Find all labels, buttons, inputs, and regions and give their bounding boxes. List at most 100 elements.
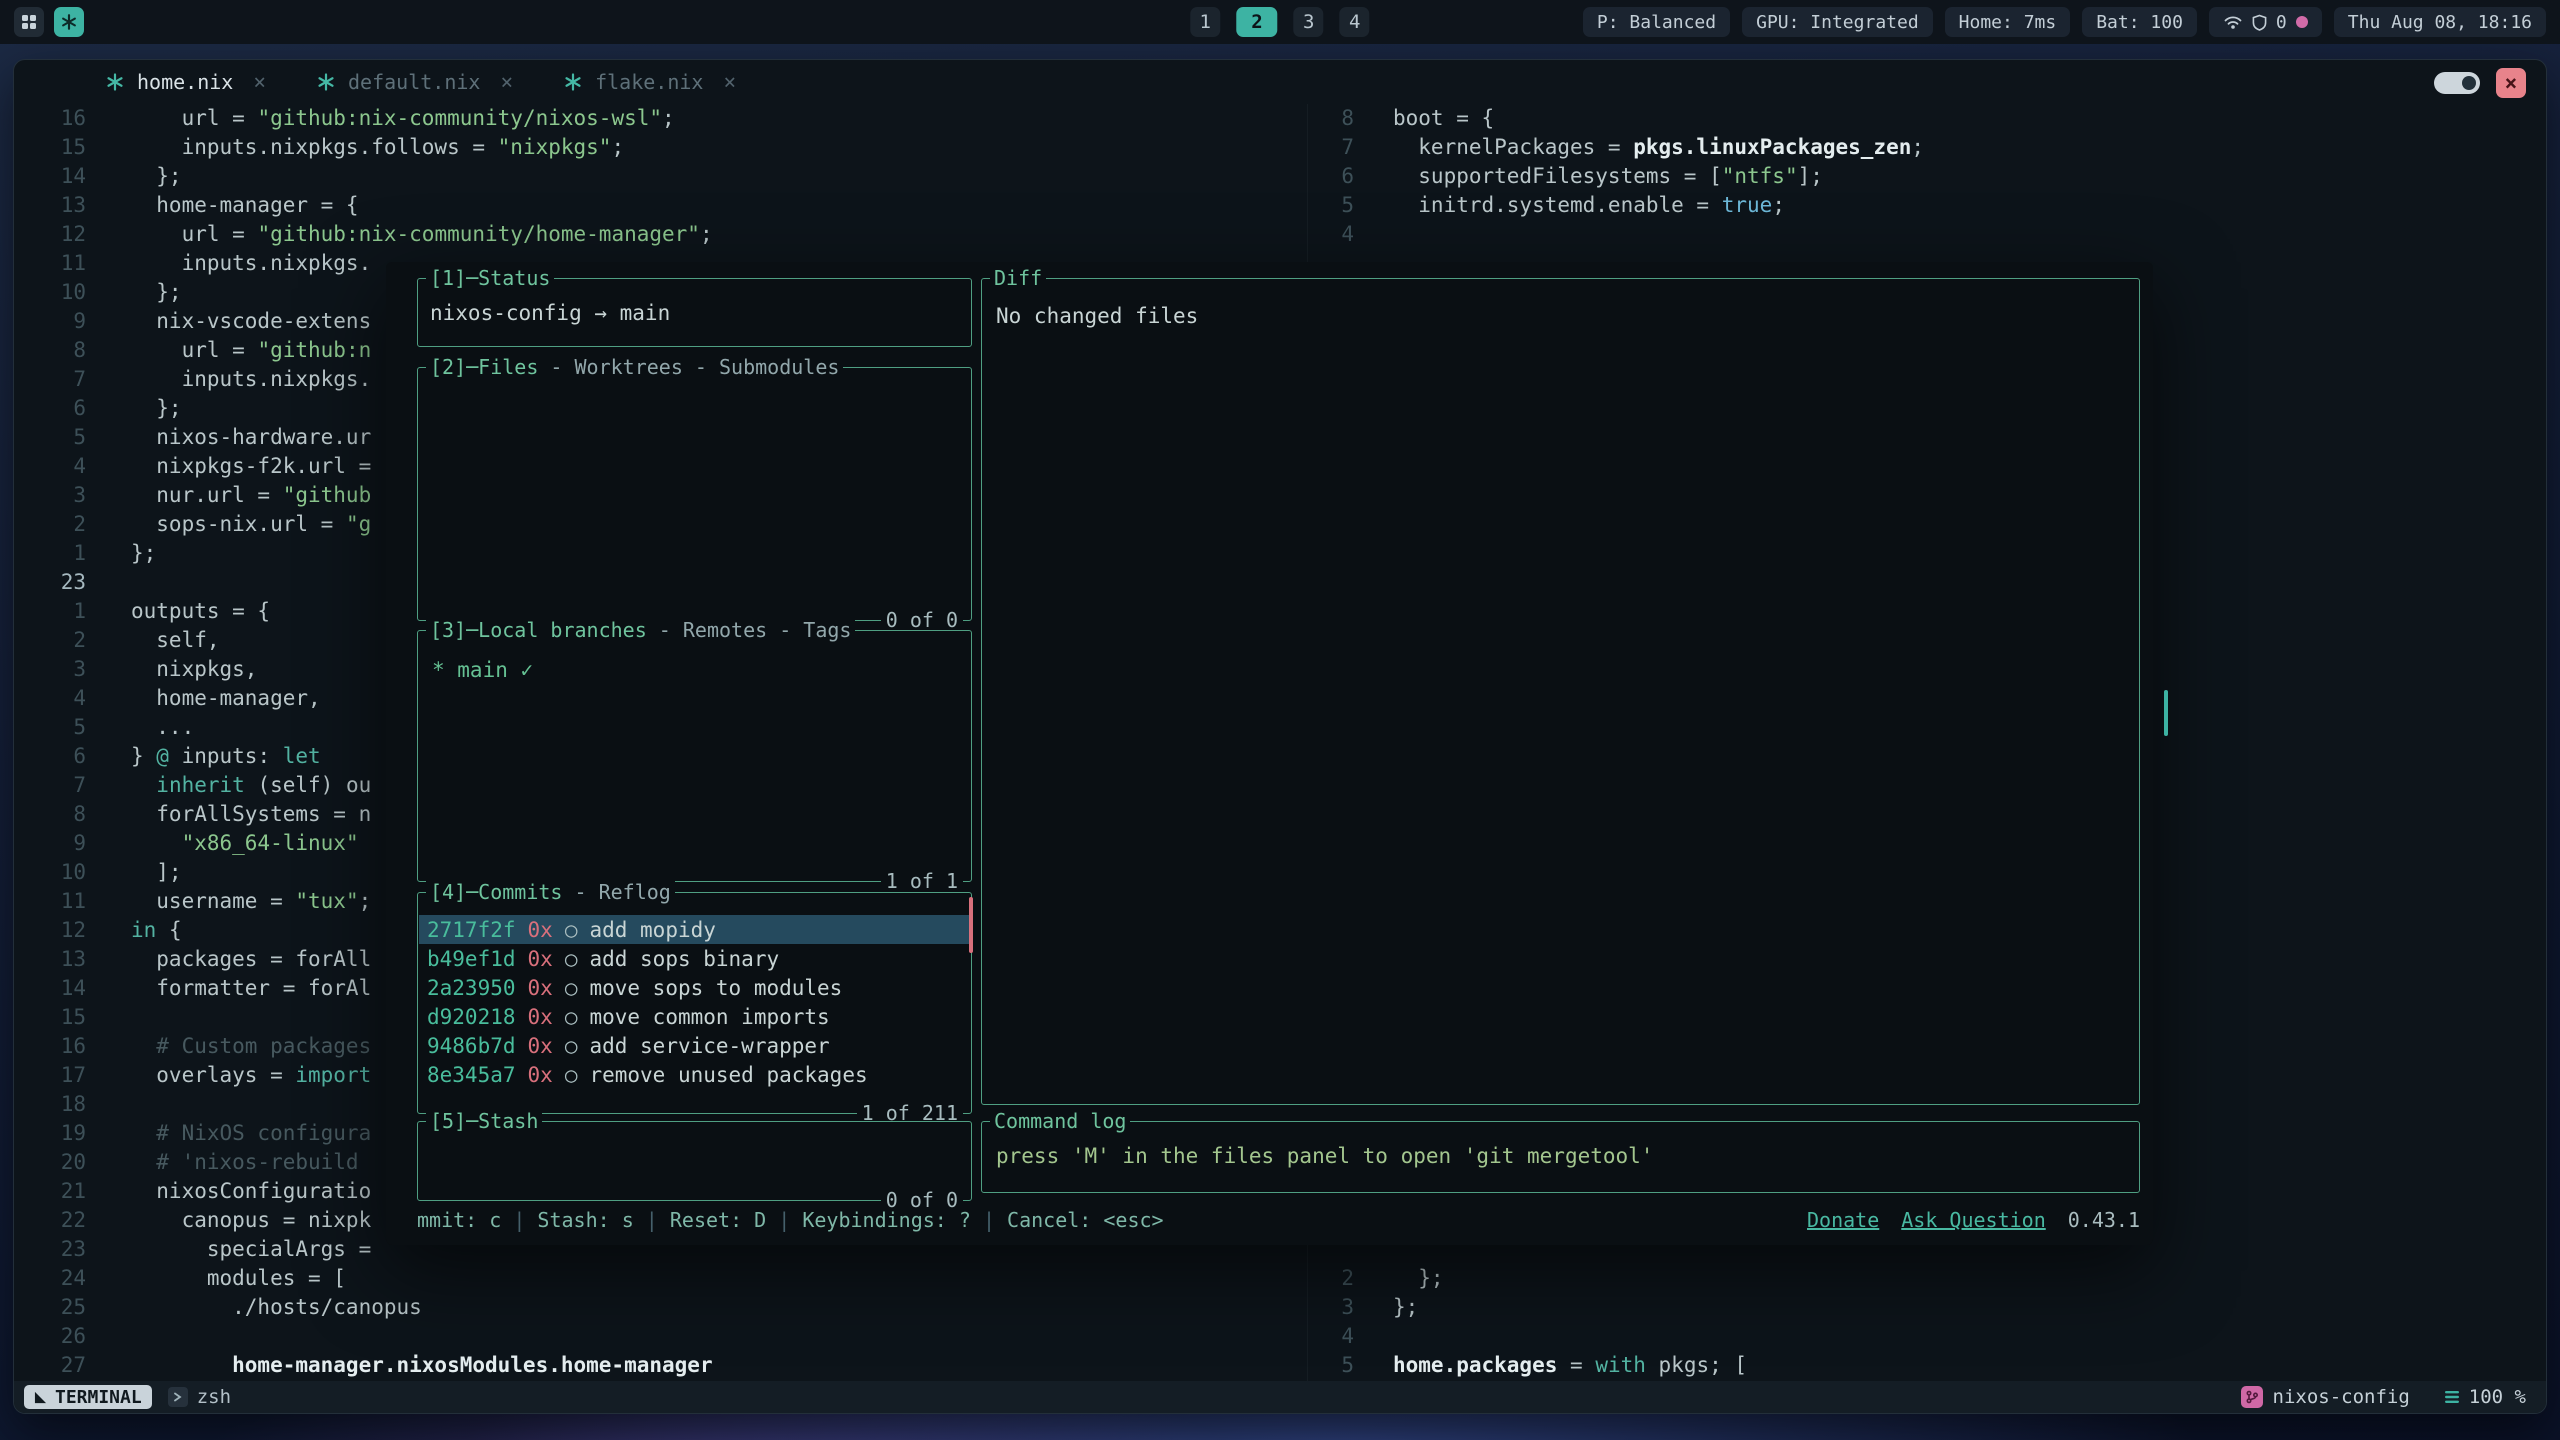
code-text: };	[86, 162, 182, 191]
tab-flake-nix[interactable]: flake.nix×	[538, 60, 761, 104]
line-number: 6	[14, 742, 86, 771]
panel-title: [5]─Stash	[426, 1108, 542, 1134]
lazygit-command-log-panel[interactable]: Command log press 'M' in the files panel…	[981, 1121, 2140, 1193]
scroll-percent: 100 %	[2469, 1386, 2526, 1408]
commit-hash: 2a23950	[427, 976, 516, 1000]
code-line: 8boot = {	[1308, 104, 2546, 133]
lazygit-popup[interactable]: [1]─Status nixos-config → main [2]─Files…	[386, 262, 2153, 1245]
line-number: 15	[14, 133, 86, 162]
lazygit-version: 0.43.1	[2068, 1208, 2140, 1232]
commit-mark: 0x	[528, 1063, 553, 1087]
commit-row[interactable]: b49ef1d0x○add sops binary	[419, 944, 970, 973]
tab-label: default.nix	[348, 70, 480, 94]
editor-statusbar: TERMINAL zsh nixos-config	[14, 1381, 2546, 1413]
code-line: 5 initrd.systemd.enable = true;	[1308, 191, 2546, 220]
code-line: 26	[14, 1322, 1307, 1351]
tab-home-nix[interactable]: home.nix ×	[80, 60, 291, 104]
clock[interactable]: Thu Aug 08, 18:16	[2334, 7, 2546, 37]
commits-scrollbar-thumb[interactable]	[969, 897, 973, 953]
keybinding-hints: mmit: c | Stash: s | Reset: D | Keybindi…	[417, 1208, 1164, 1232]
line-number: 8	[1308, 104, 1354, 133]
lazygit-diff-panel[interactable]: Diff No changed files	[981, 278, 2140, 1105]
commit-row[interactable]: 8e345a70x○remove unused packages	[419, 1060, 970, 1089]
workspace-button-1[interactable]: 1	[1190, 7, 1220, 37]
repo-label: nixos-config	[2273, 1386, 2410, 1408]
line-number: 21	[14, 1177, 86, 1206]
code-text: ./hosts/canopus	[86, 1293, 422, 1322]
terminal-window: home.nix×default.nix×flake.nix× × 16 url…	[13, 59, 2547, 1414]
tab-close-icon[interactable]: ×	[723, 70, 736, 94]
keybinding-hint: mmit: c	[417, 1208, 501, 1232]
editor-scrollbar-thumb[interactable]	[2164, 690, 2168, 736]
tab-close-icon[interactable]: ×	[500, 70, 513, 94]
code-text: # Custom packages	[86, 1032, 371, 1061]
tab-close-icon[interactable]: ×	[253, 70, 266, 94]
line-number: 12	[14, 916, 86, 945]
git-icon	[2241, 1386, 2263, 1408]
code-text: nixpkgs,	[86, 655, 257, 684]
panel-title: [3]─Local branches - Remotes - Tags	[426, 617, 855, 643]
shield-icon	[2252, 14, 2267, 31]
code-text: outputs = {	[86, 597, 270, 626]
gpu-status: GPU: Integrated	[1742, 7, 1933, 37]
workspace-switcher: 1234	[1190, 7, 1369, 37]
line-number: 1	[14, 539, 86, 568]
lazygit-branches-panel[interactable]: [3]─Local branches - Remotes - Tags * ma…	[417, 630, 972, 882]
line-number: 18	[14, 1090, 86, 1119]
mode-badge: TERMINAL	[24, 1385, 152, 1409]
power-profile-status: P: Balanced	[1583, 7, 1730, 37]
code-text: forAllSystems = n	[86, 800, 371, 829]
line-number: 22	[14, 1206, 86, 1235]
panel-title: [4]─Commits - Reflog	[426, 879, 675, 905]
code-text: };	[86, 394, 182, 423]
code-text: kernelPackages = pkgs.linuxPackages_zen;	[1354, 133, 1924, 162]
workspace-button-2[interactable]: 2	[1236, 7, 1277, 37]
line-number: 3	[1308, 1293, 1354, 1322]
lazygit-commits-panel[interactable]: [4]─Commits - Reflog 2717f2f0x○add mopid…	[417, 892, 972, 1114]
code-text: "x86_64-linux"	[86, 829, 359, 858]
commit-node-icon: ○	[565, 918, 578, 942]
commit-hash: b49ef1d	[427, 947, 516, 971]
workspace-button-3[interactable]: 3	[1294, 7, 1324, 37]
home-latency-status: Home: 7ms	[1945, 7, 2071, 37]
code-text: url = "github:n	[86, 336, 371, 365]
lazygit-status-panel[interactable]: [1]─Status nixos-config → main	[417, 278, 972, 347]
code-text: canopus = nixpk	[86, 1206, 371, 1235]
tab-default-nix[interactable]: default.nix ×	[291, 60, 538, 104]
lazygit-footer: mmit: c | Stash: s | Reset: D | Keybindi…	[417, 1208, 2140, 1232]
window-close-button[interactable]: ×	[2496, 68, 2526, 98]
line-number: 15	[14, 1003, 86, 1032]
window-toggle-pill[interactable]	[2434, 72, 2480, 94]
line-number: 19	[14, 1119, 86, 1148]
repo-indicator[interactable]: nixos-config	[2241, 1386, 2410, 1408]
commit-row[interactable]: 2a239500x○move sops to modules	[419, 973, 970, 1002]
sysbar-right: P: BalancedGPU: IntegratedHome: 7msBat: …	[1583, 7, 2546, 37]
commit-message: move sops to modules	[589, 976, 842, 1000]
workspace-button-4[interactable]: 4	[1340, 7, 1370, 37]
code-text: sops-nix.url = "g	[86, 510, 371, 539]
panel-title: [1]─Status	[426, 265, 554, 291]
commit-row[interactable]: 2717f2f0x○add mopidy	[419, 915, 970, 944]
line-number: 7	[14, 365, 86, 394]
code-text: nixpkgs-f2k.url =	[86, 452, 371, 481]
link-donate[interactable]: Donate	[1807, 1208, 1879, 1232]
keybinding-hint: Reset: D	[670, 1208, 766, 1232]
lazygit-stash-panel[interactable]: [5]─Stash 0 of 0	[417, 1121, 972, 1201]
shell-label: zsh	[197, 1386, 231, 1408]
commit-row[interactable]: 9486b7d0x○add service-wrapper	[419, 1031, 970, 1060]
tab-label: home.nix	[137, 70, 233, 94]
line-number: 10	[14, 278, 86, 307]
code-text: home-manager.nixosModules.home-manager	[86, 1351, 713, 1380]
system-tray[interactable]: 0	[2209, 7, 2322, 37]
line-number: 8	[14, 800, 86, 829]
commit-row[interactable]: d9202180x○move common imports	[419, 1002, 970, 1031]
code-text: nixos-hardware.ur	[86, 423, 371, 452]
shell-tab[interactable]: zsh	[168, 1386, 231, 1408]
code-text: home-manager = {	[86, 191, 359, 220]
commit-node-icon: ○	[565, 1034, 578, 1058]
line-number: 27	[14, 1351, 86, 1380]
link-ask-question[interactable]: Ask Question	[1901, 1208, 2046, 1232]
lazygit-files-panel[interactable]: [2]─Files - Worktrees - Submodules 0 of …	[417, 367, 972, 621]
app-launcher-button[interactable]	[14, 7, 44, 37]
nix-logo-badge[interactable]	[54, 7, 84, 37]
